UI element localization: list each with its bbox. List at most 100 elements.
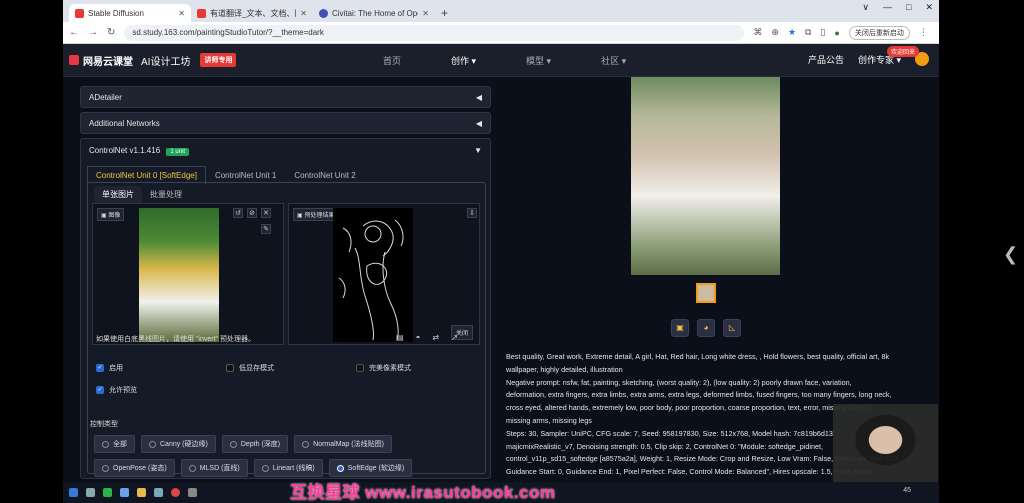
radio-icon <box>102 464 109 472</box>
collapse-arrow-icon: ◀ <box>475 119 482 128</box>
info-line: wallpaper, highly detailed, illustration <box>506 364 623 374</box>
taskbar-app-icon[interactable] <box>86 488 95 497</box>
input-sunflower-photo <box>139 208 219 342</box>
camera-icon[interactable]: ◓ <box>416 333 421 342</box>
invert-hint: 如果使用白底黑线图片，请使用 "invert" 预处理器。 <box>96 336 255 343</box>
accordion-adetailer[interactable]: ADetailer ◀ <box>80 86 491 108</box>
type-normalmap[interactable]: NormalMap (法线贴图) <box>294 435 392 453</box>
allow-preview-checkbox[interactable]: 允许预览 <box>96 385 137 395</box>
send-dimensions-icon[interactable]: ↗ <box>451 333 458 342</box>
start-icon[interactable] <box>69 488 78 497</box>
side-chevron-left-icon[interactable]: ❮ <box>1003 244 1018 265</box>
chrome-icon[interactable] <box>171 488 180 497</box>
close-tab-icon[interactable]: ✕ <box>422 9 429 18</box>
open-folder-icon[interactable]: ▣ <box>671 319 689 337</box>
radio-icon <box>302 440 310 448</box>
softedge-preview-image <box>333 208 413 342</box>
rotate-icon[interactable]: ↺ <box>233 208 243 218</box>
low-vram-checkbox[interactable]: 低显存模式 <box>226 363 274 373</box>
type-softedge[interactable]: SoftEdge (软边缘) <box>328 459 413 477</box>
profile-icon[interactable]: ● <box>834 28 839 38</box>
back-icon[interactable]: ← <box>69 27 79 38</box>
browser-tab[interactable]: Civitai: The Home of Open S... ✕ <box>313 4 435 22</box>
zoom-icon[interactable]: ⊕ <box>771 27 779 38</box>
folder-icon[interactable] <box>137 488 146 497</box>
reset-icon[interactable]: ⊘ <box>247 208 257 218</box>
taskbar-app-icon[interactable] <box>154 488 163 497</box>
radio-icon <box>229 440 237 448</box>
new-tab-button[interactable]: + <box>441 4 448 22</box>
edit-brush-icon[interactable]: ✎ <box>261 224 271 234</box>
clear-icon[interactable]: ✕ <box>261 208 271 218</box>
close-tab-icon[interactable]: ✕ <box>300 9 307 18</box>
checkbox-box[interactable] <box>96 364 104 372</box>
accordion-additional-networks[interactable]: Additional Networks ◀ <box>80 112 491 134</box>
tab-single-image[interactable]: 单张图片 <box>94 186 142 203</box>
radio-label: OpenPose (姿态) <box>113 465 167 472</box>
gallery-thumbnail[interactable] <box>696 283 716 303</box>
minimize-button[interactable]: — <box>883 2 892 13</box>
taskbar-app-icon[interactable] <box>188 488 197 497</box>
palette-icon[interactable]: ◕ <box>697 319 715 337</box>
checkbox-box[interactable] <box>96 386 104 394</box>
radio-selected-icon <box>336 464 344 472</box>
extensions-icon[interactable]: ⧉ <box>805 27 811 38</box>
radio-label: SoftEdge (软边缘) <box>347 465 405 472</box>
collapse-arrow-icon: ◀ <box>475 93 482 102</box>
checkbox-box[interactable] <box>226 364 234 372</box>
nav-models[interactable]: 模型 ▾ <box>526 54 551 67</box>
relaunch-button[interactable]: 关闭后重新启动 <box>848 25 910 40</box>
expand-arrow-icon[interactable]: ▼ <box>474 146 482 155</box>
radio-label: NormalMap (法线贴图) <box>313 441 384 448</box>
site-logo[interactable]: 网易云课堂 AI设计工坊 讲师专用 <box>69 53 237 68</box>
input-image-box[interactable]: ▣ 图像 ↺ ⊘ ✕ ✎ <box>92 203 284 345</box>
checkbox-label: 完美像素模式 <box>369 365 411 372</box>
maximize-button[interactable]: □ <box>906 2 911 13</box>
bookmark-star-icon[interactable]: ★ <box>788 27 796 38</box>
reload-icon[interactable]: ↻ <box>107 27 115 38</box>
type-all[interactable]: 全部 <box>94 435 135 453</box>
pixel-perfect-checkbox[interactable]: 完美像素模式 <box>356 363 411 373</box>
tab-batch[interactable]: 批量处理 <box>142 186 190 203</box>
control-type-row-1: 全部 Canny (硬边缘) Depth (深度) NormalMap (法线贴… <box>94 435 434 453</box>
controlnet-header[interactable]: ControlNet v1.1.416 1 unit <box>89 146 190 156</box>
swap-icon[interactable]: ⇄ <box>432 333 439 342</box>
translate-icon[interactable]: ⌘ <box>753 27 762 38</box>
image-tool-icons: ▤ ◓ ⇄ ↗ <box>396 333 458 342</box>
nav-community[interactable]: 社区 ▾ <box>601 54 626 67</box>
taskbar-app-icon[interactable] <box>120 488 129 497</box>
wechat-icon[interactable] <box>103 488 112 497</box>
info-line: Negative prompt: nsfw, fat, painting, sk… <box>506 377 852 387</box>
generated-image[interactable] <box>631 77 780 275</box>
menu-icon[interactable]: ⋮ <box>919 27 928 38</box>
browser-tab[interactable]: Stable Diffusion ✕ <box>69 4 191 22</box>
type-depth[interactable]: Depth (深度) <box>221 435 289 453</box>
new-canvas-icon[interactable]: ▤ <box>396 333 404 342</box>
radio-label: Canny (硬边缘) <box>160 441 208 448</box>
forward-icon[interactable]: → <box>88 27 98 38</box>
nav-create[interactable]: 创作 ▾ <box>451 54 476 67</box>
presenter-webcam <box>833 404 938 484</box>
download-icon[interactable]: ⇩ <box>467 208 477 218</box>
url-input[interactable]: sd.study.163.com/paintingStudioTutor/?__… <box>124 24 745 41</box>
browser-tab[interactable]: 有道翻译_文本、文档、网页、... ✕ <box>191 4 313 22</box>
announcement-link[interactable]: 产品公告 <box>808 53 844 66</box>
sidebar-icon[interactable]: ▯ <box>820 27 825 38</box>
nav-home[interactable]: 首页 <box>383 54 401 67</box>
tab-title: Civitai: The Home of Open S... <box>332 8 418 18</box>
type-lineart[interactable]: Lineart (线稿) <box>253 459 323 477</box>
browser-tab-bar: Stable Diffusion ✕ 有道翻译_文本、文档、网页、... ✕ C… <box>63 0 939 22</box>
close-window-button[interactable]: ✕ <box>925 2 933 13</box>
enable-checkbox[interactable]: 启用 <box>96 363 123 373</box>
tab-search-icon[interactable]: ∨ <box>862 2 869 13</box>
checkbox-box[interactable] <box>356 364 364 372</box>
ruler-icon[interactable]: ◺ <box>723 319 741 337</box>
type-canny[interactable]: Canny (硬边缘) <box>141 435 216 453</box>
product-name: AI设计工坊 <box>141 56 191 68</box>
output-actions: ▣ ◕ ◺ <box>671 319 741 337</box>
type-mlsd[interactable]: MLSD (直线) <box>180 459 248 477</box>
welcome-pill: 欢迎回来 <box>886 46 919 57</box>
checkbox-label: 启用 <box>109 365 123 372</box>
type-openpose[interactable]: OpenPose (姿态) <box>94 459 175 477</box>
close-tab-icon[interactable]: ✕ <box>178 9 185 18</box>
